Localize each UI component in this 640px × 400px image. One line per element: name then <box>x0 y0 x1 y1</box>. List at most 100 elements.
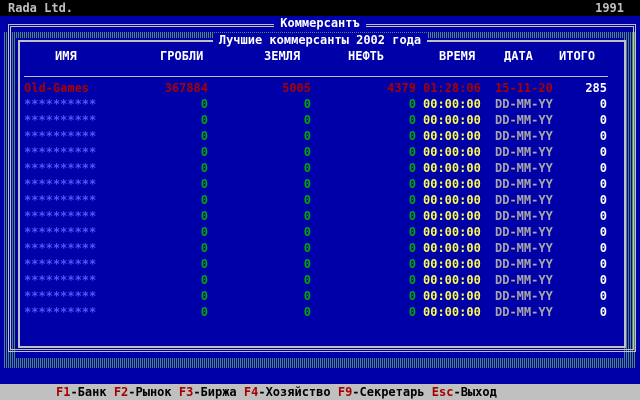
leaderboard-name: ********** <box>24 97 97 111</box>
leaderboard-date: 15-11-20 <box>495 81 553 95</box>
leaderboard-zemlya: 0 <box>303 129 311 143</box>
leaderboard-zemlya: 0 <box>303 257 311 271</box>
leaderboard-total: 0 <box>599 161 607 175</box>
fkey-label: -Биржа <box>193 385 237 399</box>
leaderboard-total: 0 <box>599 129 607 143</box>
fkey-f1[interactable]: F1-Банк <box>56 385 107 399</box>
leaderboard-date: DD-MM-YY <box>495 209 553 223</box>
leaderboard-time: 00:00:00 <box>423 257 481 271</box>
leaderboard-time: 00:00:00 <box>423 97 481 111</box>
copyright-year: 1991 <box>595 1 624 15</box>
leaderboard-name: ********** <box>24 145 97 159</box>
leaderboard-time: 00:00:00 <box>423 177 481 191</box>
leaderboard-name: ********** <box>24 289 97 303</box>
leaderboard-name: ********** <box>24 241 97 255</box>
fkey-f2[interactable]: F2-Рынок <box>114 385 172 399</box>
leaderboard-zemlya: 0 <box>303 273 311 287</box>
leaderboard-name: Old-Games <box>24 81 90 95</box>
fkey-f3[interactable]: F3-Биржа <box>179 385 237 399</box>
leaderboard-total: 0 <box>599 273 607 287</box>
leaderboard-neft: 0 <box>408 225 416 239</box>
leaderboard-date: DD-MM-YY <box>495 145 553 159</box>
leaderboard-grobli: 0 <box>200 225 208 239</box>
column-header-zemlya: ЗЕМЛЯ <box>264 49 301 63</box>
leaderboard-total: 0 <box>599 177 607 191</box>
table-row: ********** 0 0 0 00:00:00 DD-MM-YY 0 <box>0 192 640 208</box>
table-row: ********** 0 0 0 00:00:00 DD-MM-YY 0 <box>0 96 640 112</box>
table-row: ********** 0 0 0 00:00:00 DD-MM-YY 0 <box>0 112 640 128</box>
leaderboard-grobli: 0 <box>200 257 208 271</box>
fkey-code: F9 <box>337 385 353 399</box>
leaderboard-name: ********** <box>24 305 97 319</box>
leaderboard-grobli: 0 <box>200 97 208 111</box>
leaderboard-name: ********** <box>24 161 97 175</box>
leaderboard-neft: 0 <box>408 305 416 319</box>
leaderboard-neft: 0 <box>408 145 416 159</box>
leaderboard-name: ********** <box>24 129 97 143</box>
leaderboard-time: 00:00:00 <box>423 209 481 223</box>
table-row: ********** 0 0 0 00:00:00 DD-MM-YY 0 <box>0 272 640 288</box>
fkey-esc[interactable]: Esc-Выход <box>432 385 497 399</box>
leaderboard-zemlya: 0 <box>303 225 311 239</box>
leaderboard-neft: 0 <box>408 193 416 207</box>
leaderboard-name: ********** <box>24 113 97 127</box>
column-header-neft: НЕФТЬ <box>348 49 385 63</box>
table-row: ********** 0 0 0 00:00:00 DD-MM-YY 0 <box>0 176 640 192</box>
leaderboard-grobli: 0 <box>200 241 208 255</box>
leaderboard-total: 0 <box>599 113 607 127</box>
fkey-code: F3 <box>178 385 194 399</box>
table-row: ********** 0 0 0 00:00:00 DD-MM-YY 0 <box>0 304 640 320</box>
leaderboard-date: DD-MM-YY <box>495 289 553 303</box>
leaderboard-neft: 0 <box>408 257 416 271</box>
table-row: Old-Games 367884 5005 4379 01:28:06 15-11-20 2… <box>0 80 640 96</box>
leaderboard-total: 0 <box>599 257 607 271</box>
leaderboard-time: 00:00:00 <box>423 289 481 303</box>
table-row: ********** 0 0 0 00:00:00 DD-MM-YY 0 <box>0 224 640 240</box>
table-row: ********** 0 0 0 00:00:00 DD-MM-YY 0 <box>0 144 640 160</box>
column-header-time: ВРЕМЯ <box>439 49 476 63</box>
leaderboard-zemlya: 0 <box>303 161 311 175</box>
leaderboard-time: 00:00:00 <box>423 113 481 127</box>
leaderboard-date: DD-MM-YY <box>495 305 553 319</box>
fkey-f4[interactable]: F4-Хозяйство <box>244 385 331 399</box>
table-row: ********** 0 0 0 00:00:00 DD-MM-YY 0 <box>0 128 640 144</box>
leaderboard-total: 0 <box>599 289 607 303</box>
leaderboard-zemlya: 5005 <box>282 81 311 95</box>
leaderboard-neft: 0 <box>408 209 416 223</box>
leaderboard-neft: 0 <box>408 241 416 255</box>
leaderboard-total: 285 <box>585 81 607 95</box>
fkey-label: -Банк <box>70 385 107 399</box>
leaderboard-date: DD-MM-YY <box>495 241 553 255</box>
fkey-label: -Рынок <box>128 385 172 399</box>
leaderboard-neft: 0 <box>408 177 416 191</box>
fkey-code: F2 <box>113 385 129 399</box>
leaderboard-zemlya: 0 <box>303 145 311 159</box>
leaderboard-grobli: 0 <box>200 273 208 287</box>
leaderboard-date: DD-MM-YY <box>495 193 553 207</box>
leaderboard-zemlya: 0 <box>303 305 311 319</box>
leaderboard-title: Лучшие коммерсанты 2002 года <box>0 33 640 47</box>
leaderboard-zemlya: 0 <box>303 97 311 111</box>
fkey-f9[interactable]: F9-Секретарь <box>338 385 425 399</box>
leaderboard-date: DD-MM-YY <box>495 177 553 191</box>
leaderboard-total: 0 <box>599 193 607 207</box>
leaderboard-time: 00:00:00 <box>423 273 481 287</box>
leaderboard-name: ********** <box>24 209 97 223</box>
column-header-date: ДАТА <box>504 49 533 63</box>
leaderboard-grobli: 0 <box>200 177 208 191</box>
fkey-label: -Секретарь <box>352 385 425 399</box>
leaderboard-date: DD-MM-YY <box>495 129 553 143</box>
fkey-label: -Выход <box>453 385 497 399</box>
leaderboard-grobli: 367884 <box>164 81 208 95</box>
leaderboard-name: ********** <box>24 177 97 191</box>
fkey-code: F4 <box>243 385 259 399</box>
leaderboard-neft: 0 <box>408 129 416 143</box>
leaderboard-date: DD-MM-YY <box>495 161 553 175</box>
leaderboard-grobli: 0 <box>200 193 208 207</box>
leaderboard-name: ********** <box>24 273 97 287</box>
column-header-grobli: ГРОБЛИ <box>160 49 204 63</box>
leaderboard-zemlya: 0 <box>303 177 311 191</box>
header-divider <box>24 76 608 77</box>
leaderboard-neft: 4379 <box>387 81 416 95</box>
leaderboard-grobli: 0 <box>200 145 208 159</box>
